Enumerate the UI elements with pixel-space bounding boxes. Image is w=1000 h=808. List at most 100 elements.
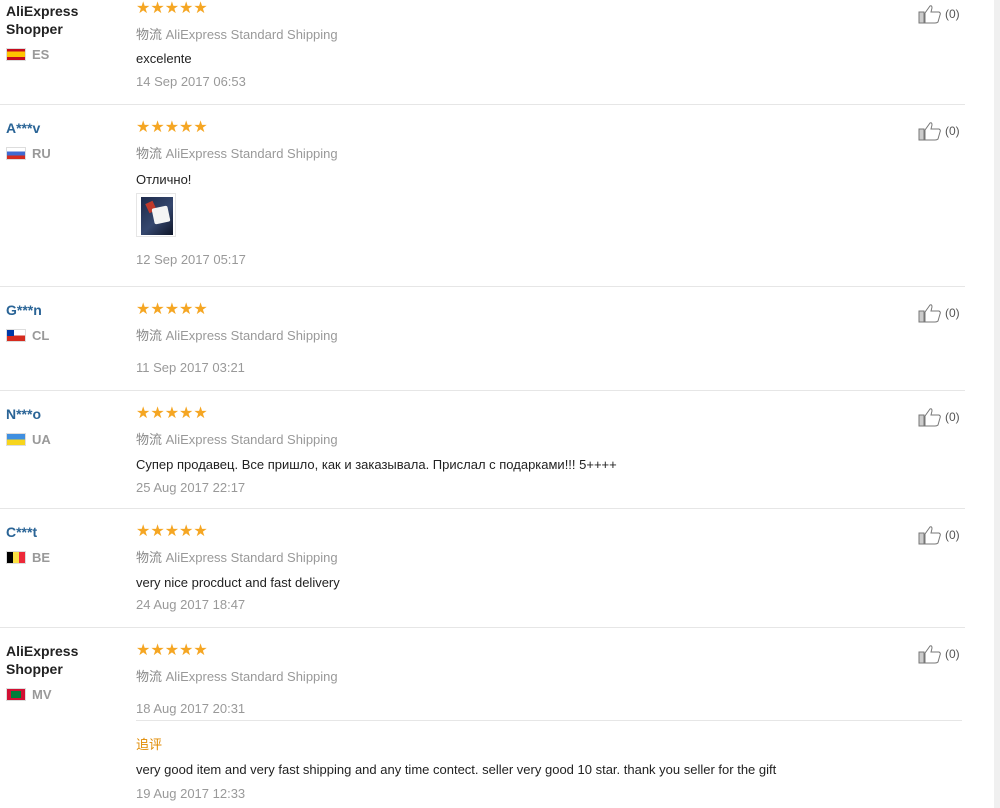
helpful-count: (0) (945, 306, 960, 320)
star-icon: ★ (193, 523, 208, 540)
star-icon: ★ (164, 301, 180, 318)
reviewer-info: G***n CL (6, 301, 124, 343)
star-icon: ★ (179, 405, 194, 422)
helpful-button[interactable]: (0) (918, 121, 960, 141)
thumbs-up-icon (918, 122, 941, 141)
additional-feedback-label: 追评 (136, 737, 163, 752)
review-text: very nice procduct and fast delivery (136, 575, 340, 590)
star-icon: ★ (150, 642, 165, 659)
review-footer: 12 Sep 2017 05:17 (136, 252, 856, 267)
review-body: ★ ★ ★ ★ ★ 物流 AliExpress Standard Shipping ex… (136, 0, 856, 90)
country-code: CL (32, 328, 50, 343)
review-date: 25 Aug 2017 22:17 (136, 480, 246, 495)
thumbs-up-icon (918, 5, 941, 24)
review-item: C***t BE ★ ★ ★ ★ ★ 物流 AliExpress Standard Sh… (0, 509, 965, 628)
country-code: RU (32, 146, 51, 161)
review-date: 12 Sep 2017 05:17 (136, 252, 246, 267)
shipping-info: 物流 AliExpress Standard Shipping (136, 146, 338, 161)
reviewer-info: C***t BE (6, 523, 124, 565)
helpful-button[interactable]: (0) (918, 303, 960, 323)
star-icon: ★ (136, 301, 151, 318)
helpful-count: (0) (945, 124, 960, 138)
reviewer-info: N***o UA (6, 405, 124, 447)
star-icon: ★ (193, 405, 208, 422)
flag-mv-icon (6, 688, 26, 701)
review-item: N***o UA ★ ★ ★ ★ ★ 物流 AliExpress Standard Sh… (0, 391, 965, 509)
shipping-info: 物流 AliExpress Standard Shipping (136, 27, 338, 42)
star-icon: ★ (179, 119, 194, 136)
review-photo-thumbnail[interactable] (136, 193, 176, 237)
reviewer-country: UA (6, 432, 124, 447)
reviewer-info: AliExpress Shopper ES (6, 2, 124, 62)
reviewer-name: N***o (6, 406, 42, 422)
review-body: ★ ★ ★ ★ ★ 物流 AliExpress Standard Shipping 11… (136, 301, 856, 376)
thumbs-up-icon (918, 645, 941, 664)
star-icon: ★ (193, 0, 208, 17)
helpful-count: (0) (945, 410, 960, 424)
thumbs-up-icon (918, 304, 941, 323)
additional-feedback-text: very good item and very fast shipping an… (136, 762, 777, 777)
review-photo (141, 197, 173, 235)
helpful-button[interactable]: (0) (918, 644, 960, 664)
helpful-count: (0) (945, 647, 960, 661)
star-rating: ★ ★ ★ ★ ★ (136, 301, 856, 319)
reviewer-info: AliExpress Shopper MV (6, 642, 124, 702)
star-icon: ★ (193, 119, 208, 136)
flag-es-icon (6, 48, 26, 61)
star-icon: ★ (193, 301, 208, 318)
review-date: 11 Sep 2017 03:21 (136, 360, 245, 375)
review-body: ★ ★ ★ ★ ★ 物流 AliExpress Standard Shipping От… (136, 119, 856, 188)
helpful-button[interactable]: (0) (918, 407, 960, 427)
helpful-button[interactable]: (0) (918, 525, 960, 545)
star-icon: ★ (164, 642, 180, 659)
star-icon: ★ (136, 0, 151, 17)
flag-ua-icon (6, 433, 26, 446)
star-icon: ★ (150, 523, 165, 540)
country-code: ES (32, 47, 50, 62)
star-icon: ★ (179, 523, 194, 540)
reviewer-name: G***n (6, 302, 42, 318)
star-icon: ★ (164, 0, 180, 17)
review-date: 14 Sep 2017 06:53 (136, 74, 246, 89)
review-text: excelente (136, 51, 192, 66)
star-icon: ★ (136, 405, 151, 422)
star-icon: ★ (150, 0, 165, 17)
review-text: Супер продавец. Все пришло, как и заказы… (136, 457, 617, 472)
review-date: 18 Aug 2017 20:31 (136, 701, 246, 716)
helpful-count: (0) (945, 528, 960, 542)
shipping-info: 物流 AliExpress Standard Shipping (136, 328, 338, 343)
star-rating: ★ ★ ★ ★ ★ (136, 523, 856, 541)
reviewer-country: RU (6, 146, 124, 161)
review-item: AliExpress Shopper ES ★ ★ ★ ★ ★ 物流 AliExpres… (0, 0, 965, 105)
review-body: ★ ★ ★ ★ ★ 物流 AliExpress Standard Shipping Су… (136, 405, 856, 496)
reviewer-country: CL (6, 328, 124, 343)
thumbs-up-icon (918, 526, 941, 545)
star-icon: ★ (179, 0, 194, 17)
shipping-info: 物流 AliExpress Standard Shipping (136, 669, 338, 684)
review-date: 24 Aug 2017 18:47 (136, 597, 246, 612)
star-icon: ★ (150, 405, 165, 422)
reviewer-info: A***v RU (6, 119, 124, 161)
country-code: BE (32, 550, 51, 565)
star-icon: ★ (179, 301, 194, 318)
star-icon: ★ (164, 523, 180, 540)
review-item: G***n CL ★ ★ ★ ★ ★ 物流 AliExpress Standard Sh… (0, 287, 965, 391)
star-icon: ★ (136, 642, 151, 659)
helpful-button[interactable]: (0) (918, 4, 960, 24)
review-body: ★ ★ ★ ★ ★ 物流 AliExpress Standard Shipping 18… (136, 642, 856, 717)
feedback-list: AliExpress Shopper ES ★ ★ ★ ★ ★ 物流 AliExpres… (0, 0, 1000, 808)
reviewer-country: BE (6, 550, 124, 565)
reviewer-name: A***v (6, 120, 41, 136)
star-icon: ★ (164, 405, 180, 422)
star-icon: ★ (136, 119, 151, 136)
review-item: A***v RU ★ ★ ★ ★ ★ 物流 AliExpress Standard Sh… (0, 105, 965, 287)
reviewer-name: AliExpress Shopper (6, 643, 79, 677)
review-text: Отлично! (136, 172, 192, 187)
scrollbar[interactable] (994, 0, 1000, 808)
reviewer-country: ES (6, 47, 124, 62)
additional-feedback-date: 19 Aug 2017 12:33 (136, 786, 246, 801)
flag-ru-icon (6, 147, 26, 160)
shipping-info: 物流 AliExpress Standard Shipping (136, 432, 338, 447)
reviewer-country: MV (6, 687, 124, 702)
reviewer-name: C***t (6, 524, 38, 540)
